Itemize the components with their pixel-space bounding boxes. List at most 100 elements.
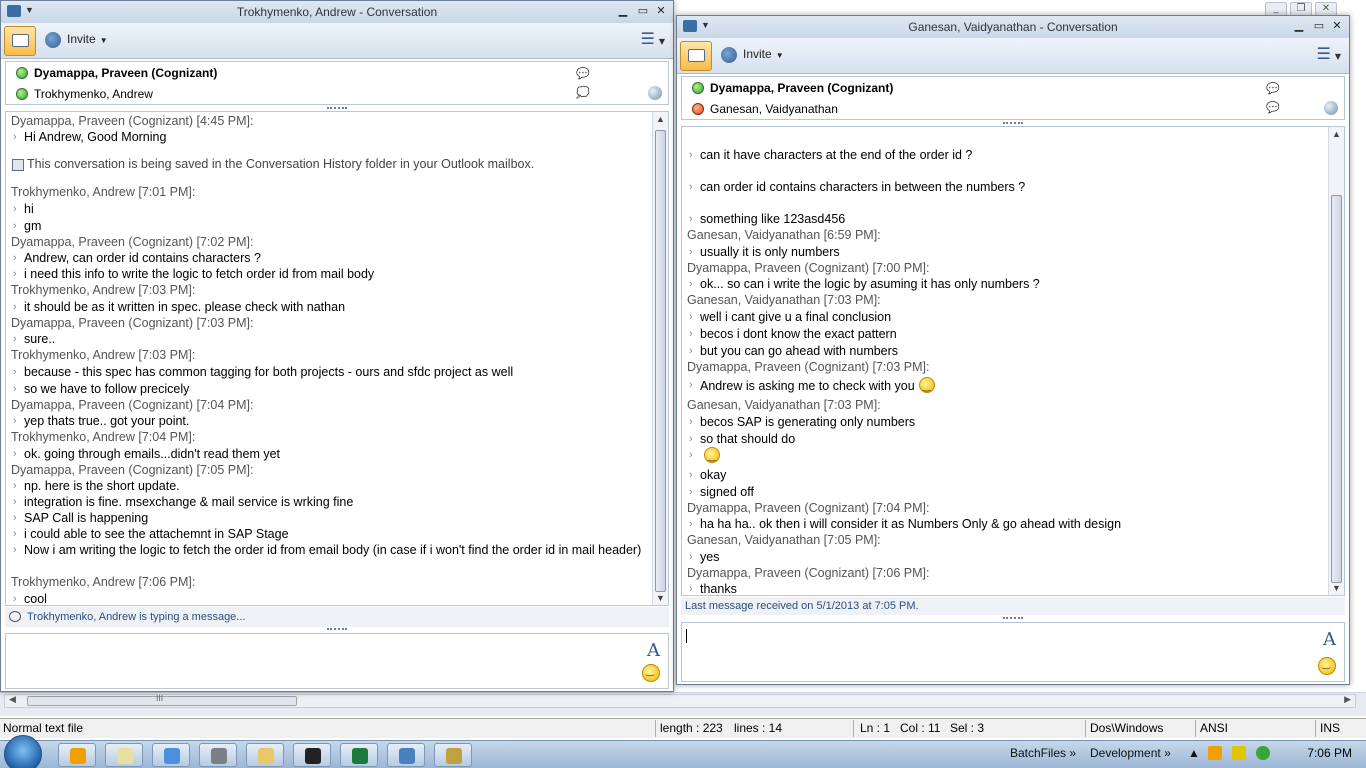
- scroll-thumb-grip: III: [156, 694, 164, 703]
- scroll-up-icon[interactable]: ▲: [1329, 129, 1344, 139]
- toolbar-development[interactable]: Development »: [1090, 746, 1171, 760]
- scroll-right-icon[interactable]: ▶: [1344, 695, 1351, 705]
- chrome-taskbar-button[interactable]: [152, 743, 190, 767]
- participant-self[interactable]: Dyamappa, Praveen (Cognizant): [692, 81, 893, 99]
- minimize-icon[interactable]: ▁: [1291, 19, 1307, 33]
- close-icon[interactable]: ✕: [1329, 19, 1345, 33]
- explorer-taskbar-button[interactable]: [246, 743, 284, 767]
- participant-name: Dyamappa, Praveen (Cognizant): [710, 81, 894, 95]
- im-button[interactable]: [680, 41, 712, 71]
- close-icon[interactable]: ✕: [1315, 2, 1337, 16]
- im-button[interactable]: [4, 26, 36, 56]
- start-button[interactable]: [4, 735, 42, 768]
- message-text: i need this info to write the logic to f…: [11, 266, 652, 282]
- maximize-icon[interactable]: ▭: [635, 4, 651, 18]
- outlook-taskbar-button[interactable]: [58, 743, 96, 767]
- restore-icon[interactable]: ❐: [1290, 2, 1312, 16]
- status-col: Col : 11: [900, 721, 941, 735]
- excel-icon: [352, 748, 368, 764]
- taskbar-clock[interactable]: 7:06 PM: [1307, 746, 1352, 760]
- explorer-icon: [258, 748, 274, 764]
- minimize-icon[interactable]: ▁: [615, 4, 631, 18]
- scroll-thumb[interactable]: III: [27, 694, 297, 706]
- emoticon-button[interactable]: [1318, 657, 1336, 675]
- editor-horizontal-scrollbar[interactable]: ◀ III ▶: [4, 694, 1356, 708]
- scroll-thumb[interactable]: [655, 130, 666, 592]
- message-sender-header: Dyamappa, Praveen (Cognizant) [7:06 PM]:: [687, 566, 930, 580]
- conversation-options-button[interactable]: ☰ ▼: [641, 29, 666, 48]
- tray-sync-icon[interactable]: [1256, 746, 1270, 763]
- message-input[interactable]: A: [5, 633, 669, 689]
- conversation-toolbar: Invite ▼ ☰ ▼: [677, 38, 1349, 74]
- message-text: yep thats true.. got your point.: [11, 413, 652, 429]
- status-orb-icon[interactable]: [648, 86, 662, 100]
- status-eol: Dos\Windows: [1090, 721, 1164, 735]
- participant-list: Dyamappa, Praveen (Cognizant) 💬 Trokhyme…: [5, 61, 669, 105]
- tray-network-icon[interactable]: [1232, 746, 1246, 763]
- splitter-grip[interactable]: [327, 628, 347, 632]
- participant-contact[interactable]: Ganesan, Vaidyanathan: [692, 102, 838, 120]
- typing-icon: [9, 611, 21, 622]
- message-text: because - this spec has common tagging f…: [11, 364, 652, 380]
- message-bubble-icon: 💬: [1266, 83, 1280, 95]
- scroll-up-icon[interactable]: ▲: [653, 114, 668, 124]
- message-sender-header: Dyamappa, Praveen (Cognizant) [7:00 PM]:: [687, 261, 930, 275]
- notepad-taskbar-button[interactable]: [105, 743, 143, 767]
- font-icon[interactable]: A: [1323, 629, 1336, 650]
- scroll-thumb[interactable]: [1331, 195, 1342, 583]
- scroll-down-icon[interactable]: ▼: [1329, 583, 1344, 593]
- settings-taskbar-button[interactable]: [199, 743, 237, 767]
- message-text: cool: [11, 591, 652, 605]
- message-text: Now i am writing the logic to fetch the …: [11, 542, 644, 558]
- message-sender-header: Dyamappa, Praveen (Cognizant) [7:04 PM]:: [687, 501, 930, 515]
- tray-outlook-icon[interactable]: [1208, 746, 1222, 763]
- status-orb-icon[interactable]: [1324, 101, 1338, 115]
- message-text: well i cant give u a final conclusion: [687, 309, 1328, 325]
- typing-status-text: Trokhymenko, Andrew is typing a message.…: [27, 611, 246, 623]
- tray-expand-icon[interactable]: ▲: [1188, 746, 1200, 760]
- participant-contact[interactable]: Trokhymenko, Andrew: [16, 87, 153, 105]
- message-list: Dyamappa, Praveen (Cognizant) [4:45 PM]:…: [6, 112, 652, 605]
- minimize-icon[interactable]: _: [1265, 2, 1287, 16]
- close-icon[interactable]: ✕: [653, 4, 669, 18]
- message-sender-header: Ganesan, Vaidyanathan [7:03 PM]:: [687, 293, 881, 307]
- invite-label: Invite: [743, 47, 772, 62]
- editor-status-bar: Normal text file length : 223 lines : 14…: [0, 718, 1366, 738]
- conversation-options-button[interactable]: ☰ ▼: [1317, 44, 1342, 63]
- maximize-icon[interactable]: ▭: [1311, 19, 1327, 33]
- history-vertical-scrollbar[interactable]: ▲ ▼: [1328, 127, 1344, 595]
- message-sender-header: Trokhymenko, Andrew [7:06 PM]:: [11, 575, 196, 589]
- emoticon-button[interactable]: [642, 664, 660, 682]
- splitter-grip[interactable]: [1003, 617, 1023, 621]
- chevron-down-icon: ▼: [658, 37, 665, 46]
- communicator-taskbar-button[interactable]: [387, 743, 425, 767]
- message-text: usually it is only numbers: [687, 244, 1328, 260]
- title-bar[interactable]: ▼ Trokhymenko, Andrew - Conversation ▁ ▭…: [1, 1, 673, 23]
- conversation-window-left: ▼ Trokhymenko, Andrew - Conversation ▁ ▭…: [0, 0, 674, 692]
- outlook-icon: [70, 748, 86, 764]
- invite-button[interactable]: Invite ▼: [721, 47, 784, 63]
- participant-self[interactable]: Dyamappa, Praveen (Cognizant): [16, 66, 217, 84]
- chevron-down-icon: ▼: [1334, 52, 1341, 61]
- toolbar-batchfiles[interactable]: BatchFiles »: [1010, 746, 1076, 760]
- message-sender-header: Dyamappa, Praveen (Cognizant) [4:45 PM]:: [11, 114, 254, 128]
- participant-name: Ganesan, Vaidyanathan: [710, 102, 838, 116]
- history-vertical-scrollbar[interactable]: ▲ ▼: [652, 112, 668, 605]
- excel-taskbar-button[interactable]: [340, 743, 378, 767]
- presence-available-icon: [16, 88, 28, 100]
- title-bar[interactable]: ▼ Ganesan, Vaidyanathan - Conversation ▁…: [677, 16, 1349, 38]
- message-text: ok... so can i write the logic by asumin…: [687, 276, 1328, 292]
- message-text: hi: [11, 201, 652, 217]
- message-sender-header: Trokhymenko, Andrew [7:03 PM]:: [11, 283, 196, 297]
- message-text: sure..: [11, 331, 652, 347]
- chat-bubble-icon: [12, 34, 29, 47]
- font-icon[interactable]: A: [647, 640, 660, 661]
- message-input[interactable]: A: [681, 622, 1345, 682]
- scroll-down-icon[interactable]: ▼: [653, 593, 668, 603]
- folder-taskbar-button[interactable]: [434, 743, 472, 767]
- scroll-left-icon[interactable]: ◀: [9, 695, 16, 705]
- notepad-icon: [117, 748, 133, 764]
- cmd-icon: [305, 748, 321, 764]
- cmd-taskbar-button[interactable]: [293, 743, 331, 767]
- invite-button[interactable]: Invite ▼: [45, 32, 108, 48]
